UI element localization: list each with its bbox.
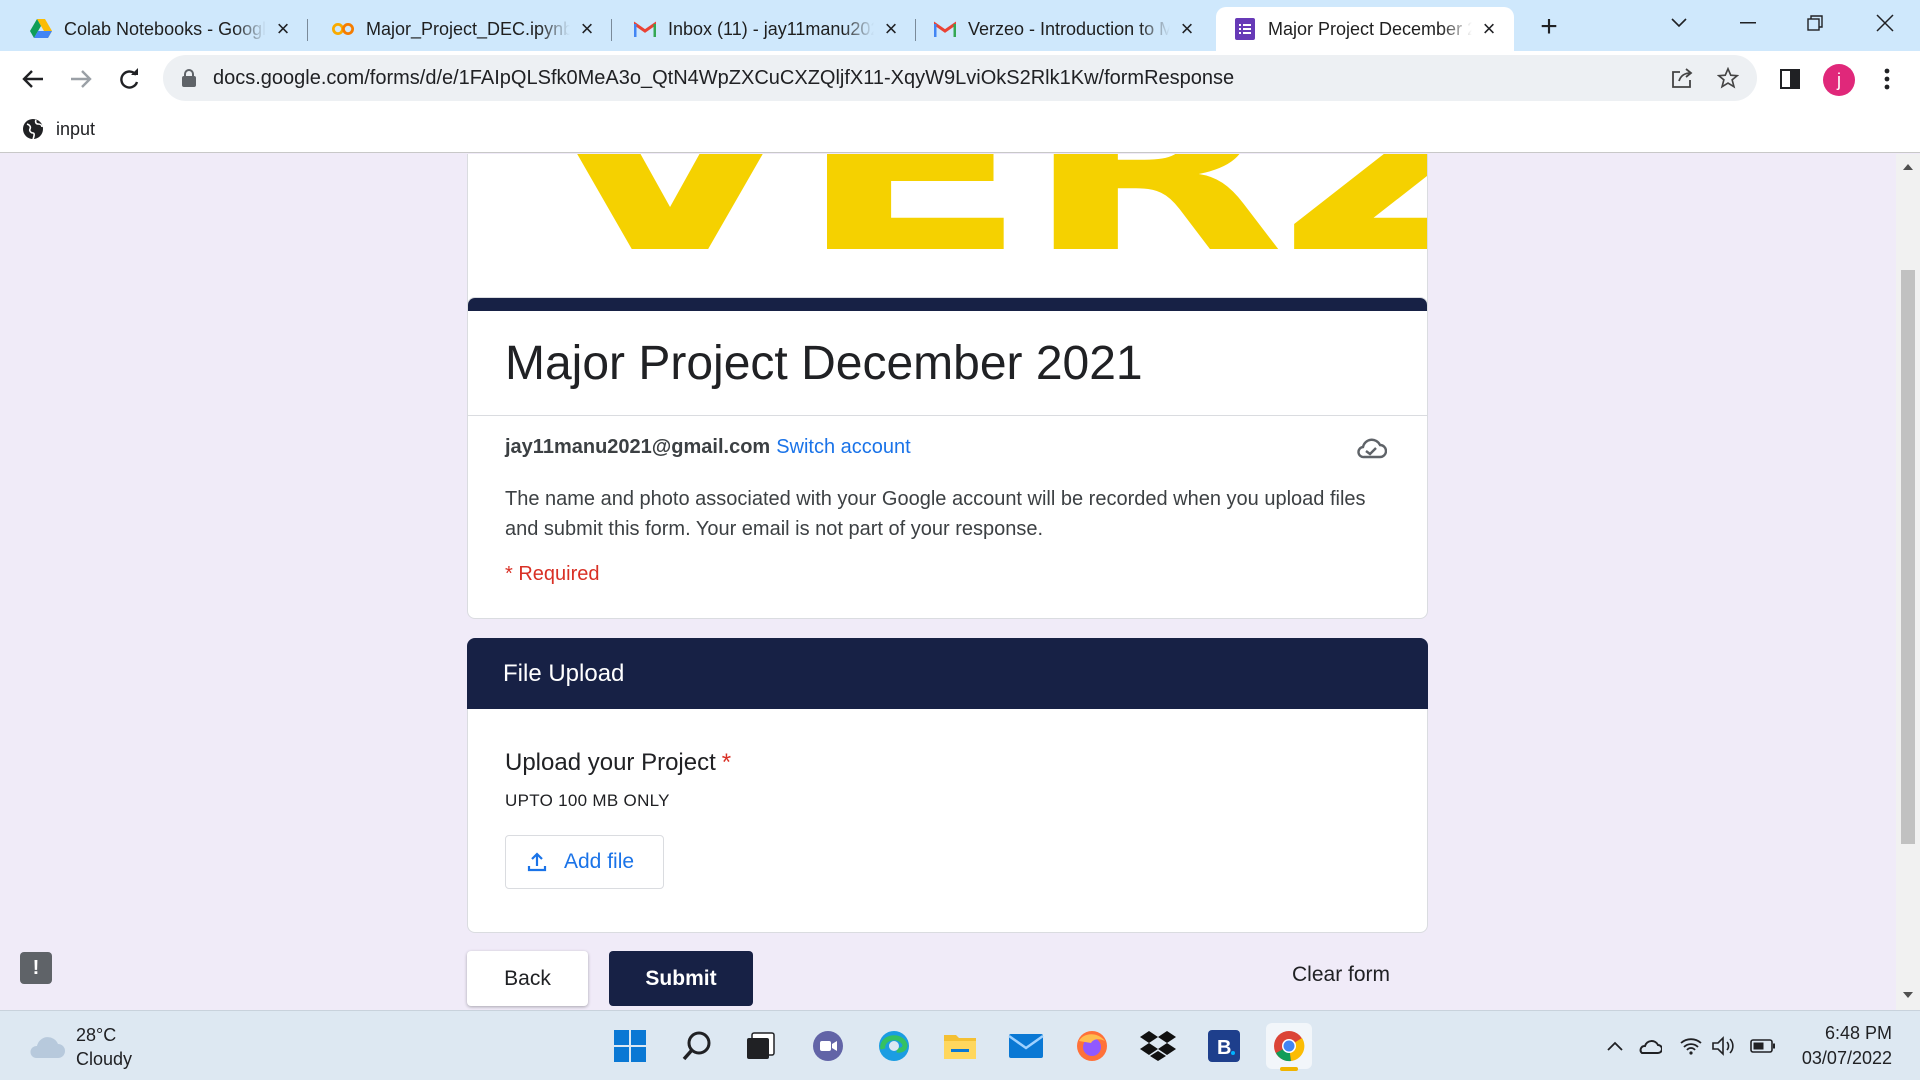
task-view-icon[interactable] xyxy=(738,1023,784,1069)
google-drive-icon xyxy=(30,18,52,40)
tab-title: Verzeo - Introduction to Machine Learnin… xyxy=(968,18,1170,39)
upload-question-card: Upload your Project * UPTO 100 MB ONLY Ad… xyxy=(467,709,1428,933)
close-icon[interactable]: × xyxy=(880,16,902,41)
close-icon[interactable]: × xyxy=(272,16,294,41)
tab-strip: Colab Notebooks - Google Drive × Major_P… xyxy=(0,0,1920,51)
system-clock[interactable]: 6:48 PM 03/07/2022 xyxy=(1802,1021,1892,1071)
google-forms-icon xyxy=(1234,18,1256,40)
dropbox-icon[interactable] xyxy=(1135,1023,1181,1069)
gmail-icon xyxy=(934,18,956,40)
colab-icon xyxy=(332,18,354,40)
bookmarks-bar: input xyxy=(0,105,1920,153)
restore-button[interactable] xyxy=(1800,8,1830,38)
switch-account-link[interactable]: Switch account xyxy=(776,436,911,459)
bookmark-star-icon[interactable] xyxy=(1714,64,1742,92)
tab-inbox[interactable]: Inbox (11) - jay11manu2021@gmail.com × xyxy=(616,7,916,51)
address-bar[interactable]: docs.google.com/forms/d/e/1FAIpQLSfk0MeA… xyxy=(163,55,1757,101)
question-title-text: Upload your Project xyxy=(505,749,716,776)
reload-icon[interactable] xyxy=(114,64,144,94)
windows-taskbar: 28°C Cloudy B 6:48 PM 03/07/2022 xyxy=(0,1010,1920,1080)
question-description: UPTO 100 MB ONLY xyxy=(505,791,670,810)
cloud-saved-icon xyxy=(1357,438,1387,459)
new-tab-button[interactable]: + xyxy=(1534,10,1564,43)
chrome-icon[interactable] xyxy=(1266,1023,1312,1071)
verzeo-logo-banner: VERZEO xyxy=(538,154,1427,301)
form-title-card: Major Project December 2021 jay11manu202… xyxy=(467,297,1428,619)
close-icon[interactable]: × xyxy=(1478,16,1500,41)
edge-icon[interactable] xyxy=(871,1023,917,1069)
weather-temp: 28°C xyxy=(76,1025,117,1045)
tab-major-project-ipynb[interactable]: Major_Project_DEC.ipynb - Colaboratory × xyxy=(314,7,612,51)
bookmark-input[interactable]: input xyxy=(22,115,95,143)
profile-avatar[interactable]: j xyxy=(1823,64,1855,96)
clock-date: 03/07/2022 xyxy=(1801,1048,1892,1068)
bookmark-label: input xyxy=(56,118,96,139)
required-asterisk: * xyxy=(721,749,732,776)
feedback-icon[interactable]: ! xyxy=(20,952,52,984)
mail-icon[interactable] xyxy=(1003,1023,1049,1069)
tab-major-project-form[interactable]: Major Project December 2021 × xyxy=(1216,7,1514,51)
tab-colab-notebooks[interactable]: Colab Notebooks - Google Drive × xyxy=(12,7,308,51)
file-explorer-icon[interactable] xyxy=(937,1023,983,1069)
menu-kebab-icon[interactable] xyxy=(1872,64,1902,94)
back-arrow-icon[interactable] xyxy=(18,64,48,94)
wifi-icon[interactable] xyxy=(1678,1033,1704,1059)
gmail-icon xyxy=(634,18,656,40)
forward-arrow-icon[interactable] xyxy=(66,64,96,94)
tab-title: Major_Project_DEC.ipynb - Colaboratory xyxy=(366,18,570,39)
search-icon[interactable] xyxy=(674,1023,720,1069)
title-card-accent-bar xyxy=(468,298,1427,311)
scroll-up-arrow-icon[interactable] xyxy=(1903,164,1913,170)
add-file-button[interactable]: Add file xyxy=(505,835,664,889)
scrollbar-thumb[interactable] xyxy=(1901,270,1915,844)
lock-icon[interactable] xyxy=(181,68,197,88)
weather-widget[interactable]: 28°C Cloudy xyxy=(26,1023,132,1071)
battery-icon[interactable] xyxy=(1750,1033,1776,1059)
weather-desc: Cloudy xyxy=(76,1049,133,1069)
close-icon[interactable]: × xyxy=(1176,16,1198,41)
onedrive-icon[interactable] xyxy=(1636,1033,1662,1059)
cloud-weather-icon xyxy=(30,1037,65,1058)
booking-icon[interactable]: B xyxy=(1201,1023,1247,1069)
section-header: File Upload xyxy=(467,638,1428,710)
profile-initial: j xyxy=(1837,69,1841,90)
page-viewport: VERZEO Major Project December 2021 jay11… xyxy=(0,154,1896,1010)
tab-verzeo[interactable]: Verzeo - Introduction to Machine Learnin… xyxy=(916,7,1212,51)
upload-icon xyxy=(527,852,547,872)
required-note: * Required xyxy=(505,563,600,585)
tab-title: Colab Notebooks - Google Drive xyxy=(64,18,266,39)
globe-icon xyxy=(23,119,43,140)
side-panel-icon[interactable] xyxy=(1775,64,1805,94)
clock-time: 6:48 PM xyxy=(1824,1023,1892,1043)
url-text: docs.google.com/forms/d/e/1FAIpQLSfk0MeA… xyxy=(213,66,1235,89)
close-window-button[interactable] xyxy=(1870,8,1900,38)
back-button[interactable]: Back xyxy=(467,951,588,1006)
share-icon[interactable] xyxy=(1668,64,1696,92)
show-hidden-icons-chevron-icon[interactable] xyxy=(1602,1033,1628,1059)
account-row: jay11manu2021@gmail.com Switch account xyxy=(505,436,911,459)
privacy-notice: The name and photo associated with your … xyxy=(505,488,1366,540)
submit-button[interactable]: Submit xyxy=(609,951,753,1006)
close-icon[interactable]: × xyxy=(576,16,598,41)
page-scrollbar[interactable] xyxy=(1896,154,1920,1010)
add-file-label: Add file xyxy=(564,850,635,873)
tab-title: Major Project December 2021 xyxy=(1268,18,1472,39)
form-title: Major Project December 2021 xyxy=(505,337,1143,390)
volume-icon[interactable] xyxy=(1711,1033,1737,1059)
section-title: File Upload xyxy=(503,660,625,687)
scroll-down-arrow-icon[interactable] xyxy=(1903,992,1913,998)
account-email: jay11manu2021@gmail.com xyxy=(505,436,771,458)
clear-form-button[interactable]: Clear form xyxy=(1292,963,1390,987)
browser-toolbar: docs.google.com/forms/d/e/1FAIpQLSfk0MeA… xyxy=(0,51,1920,105)
windows-start-icon[interactable] xyxy=(607,1023,653,1069)
divider xyxy=(468,415,1427,416)
minimize-button[interactable] xyxy=(1733,8,1763,38)
firefox-icon[interactable] xyxy=(1069,1023,1115,1069)
tab-search-chevron-icon[interactable] xyxy=(1664,8,1694,38)
tab-title: Inbox (11) - jay11manu2021@gmail.com xyxy=(668,18,874,39)
teams-chat-icon[interactable] xyxy=(805,1023,851,1069)
question-title: Upload your Project * xyxy=(505,749,731,777)
svg-text:B: B xyxy=(1217,1037,1231,1059)
